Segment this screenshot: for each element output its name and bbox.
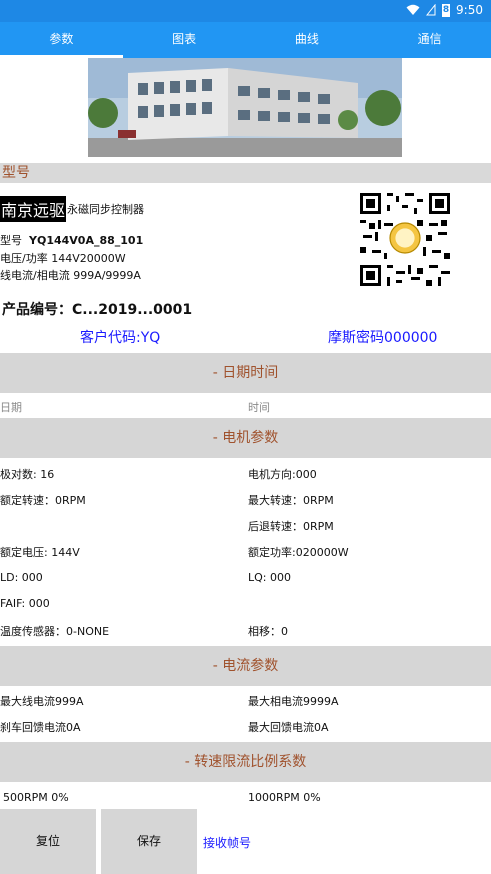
status-bar: 8 9:50 (0, 0, 491, 22)
customer-code: 客户代码:YQ (80, 330, 161, 346)
model-label: 型号 (0, 234, 22, 247)
brand-name: 南京远驱 (0, 196, 67, 222)
tab-comm[interactable]: 通信 (368, 22, 491, 58)
rpm1000-ratio: 1000RPM 0% (248, 791, 321, 804)
brand: 南京远驱 永磁同步控制器 (0, 196, 144, 222)
date-field[interactable]: 日期 (0, 399, 22, 415)
current-line: 线电流/相电流 999A/9999A (0, 269, 141, 282)
tab-chart[interactable]: 图表 (123, 22, 246, 58)
rated-speed: 额定转速：0RPM (0, 494, 86, 507)
status-time: 9:50 (456, 3, 483, 17)
time-field[interactable]: 时间 (248, 399, 270, 415)
pole-pairs: 极对数: 16 (0, 468, 55, 481)
faif-value: FAIF: 000 (0, 597, 50, 610)
battery-icon: 8 (442, 3, 451, 17)
speed-section-header: - 转速限流比例系数 (0, 742, 491, 782)
model-section-title: 型号 (0, 163, 491, 183)
max-speed: 最大转速：0RPM (248, 494, 334, 507)
model-value: YQ144V0A_88_101 (29, 234, 144, 247)
datetime-section-header: - 日期时间 (0, 353, 491, 393)
motor-section-header: - 电机参数 (0, 418, 491, 458)
rated-power: 额定功率:020000W (248, 546, 349, 559)
tab-bar: 参数 图表 曲线 通信 (0, 22, 491, 58)
building-banner-image (88, 58, 402, 157)
product-number: 产品编号：C...2019...0001 (2, 302, 193, 318)
save-button[interactable]: 保存 (101, 809, 197, 874)
qr-code (360, 193, 450, 286)
tab-curve[interactable]: 曲线 (246, 22, 369, 58)
phase-shift: 相移：0 (248, 625, 288, 638)
current-section-header: - 电流参数 (0, 646, 491, 686)
reset-button[interactable]: 复位 (0, 809, 96, 874)
signal-icon (426, 4, 436, 16)
wifi-icon (406, 4, 420, 15)
max-phase-current: 最大相电流9999A (248, 695, 339, 708)
max-line-current: 最大线电流999A (0, 695, 84, 708)
receive-frame-label[interactable]: 接收帧号 (203, 834, 251, 851)
max-feedback-current: 最大回馈电流0A (248, 721, 329, 734)
rpm500-ratio: 500RPM 0% (3, 791, 69, 804)
brand-desc: 永磁同步控制器 (67, 203, 145, 216)
motor-direction: 电机方向:000 (248, 468, 317, 481)
model-line: 型号 YQ144V0A_88_101 (0, 232, 143, 248)
morse-code: 摩斯密码000000 (328, 330, 438, 346)
temp-sensor: 温度传感器：0-NONE (0, 625, 110, 638)
reverse-speed: 后退转速：0RPM (248, 520, 334, 533)
tab-params[interactable]: 参数 (0, 22, 123, 58)
lq-value: LQ: 000 (248, 571, 291, 584)
brake-feedback-current: 刹车回馈电流0A (0, 721, 81, 734)
ld-value: LD: 000 (0, 571, 43, 584)
rated-voltage: 额定电压: 144V (0, 546, 80, 559)
voltage-power-line: 电压/功率 144V20000W (0, 252, 126, 265)
